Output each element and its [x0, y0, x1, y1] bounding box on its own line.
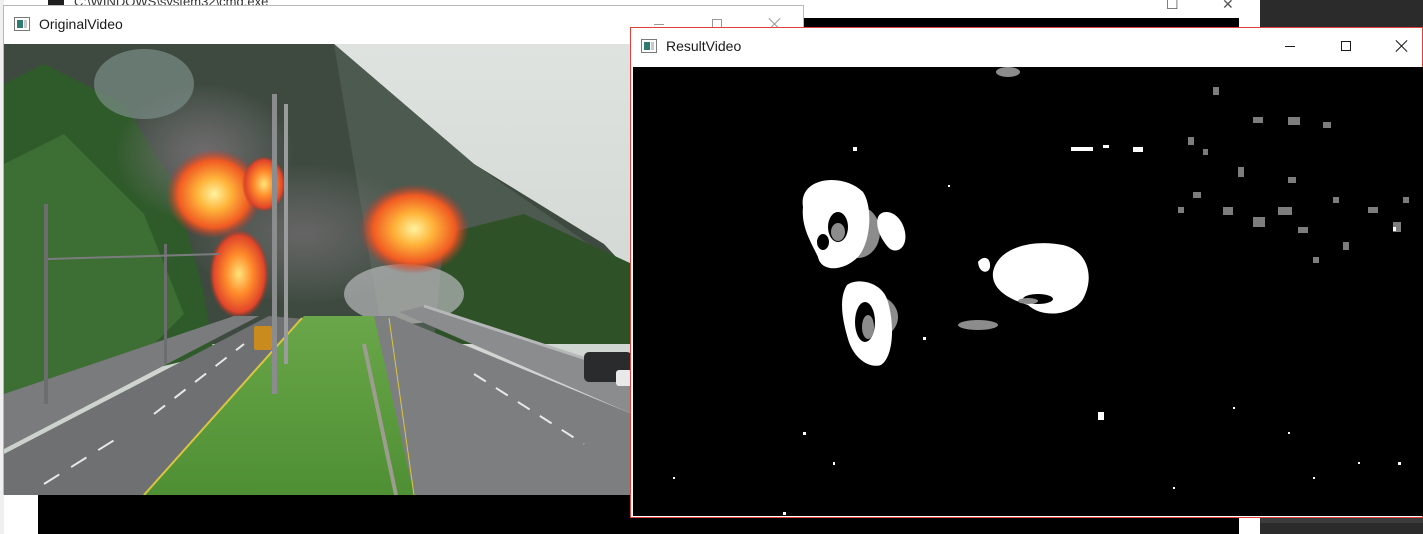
window-title: ResultVideo: [666, 38, 742, 54]
close-icon[interactable]: ✕: [1222, 0, 1234, 13]
segmentation-mask-image: [633, 67, 1423, 516]
minimize-icon: [1285, 45, 1295, 47]
result-video-titlebar[interactable]: ResultVideo: [631, 28, 1422, 67]
window-title: OriginalVideo: [39, 16, 123, 32]
minimize-icon: [654, 23, 664, 25]
result-video-frame: [633, 67, 1423, 516]
minimize-button[interactable]: [1267, 28, 1313, 64]
explosion-scene-image: [4, 44, 632, 495]
app-icon: [14, 17, 30, 31]
maximize-button[interactable]: [1323, 28, 1369, 64]
app-icon: [641, 39, 657, 53]
maximize-icon[interactable]: ☐: [1166, 0, 1179, 13]
close-button[interactable]: [1379, 28, 1423, 64]
close-icon: [1396, 40, 1408, 52]
result-video-window: ResultVideo: [630, 27, 1423, 518]
original-video-frame: [4, 44, 632, 495]
maximize-icon: [1341, 41, 1351, 51]
